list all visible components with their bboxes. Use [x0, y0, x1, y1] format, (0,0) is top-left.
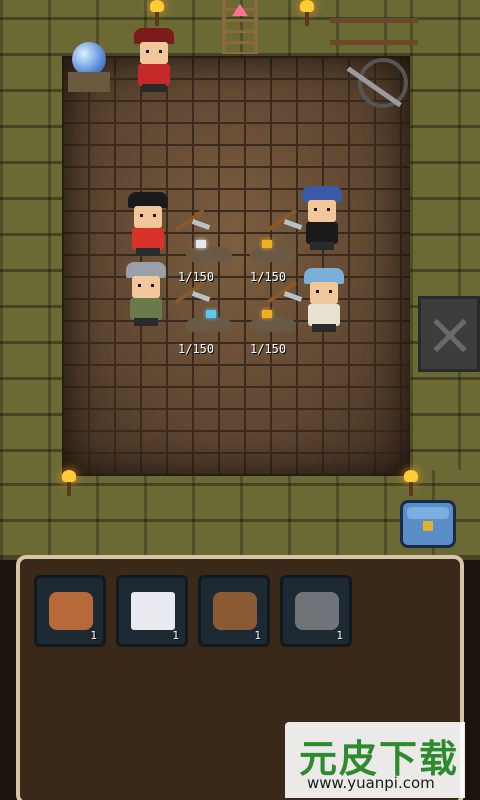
- stone-icon: [295, 592, 339, 630]
- backpack-icon: [407, 507, 449, 519]
- crystal-ball[interactable]: [68, 42, 110, 94]
- mining-progress-counter: 1/150: [178, 342, 215, 356]
- watermark-url: www.yuanpi.com: [307, 774, 435, 792]
- item-count: 1: [90, 629, 97, 642]
- mining-progress-counter: 1/150: [250, 342, 287, 356]
- ore-pile[interactable]: [250, 236, 296, 262]
- ore-pile[interactable]: [186, 236, 232, 262]
- mining-progress-counter: 1/150: [178, 270, 215, 284]
- miner-character[interactable]: [298, 186, 346, 250]
- ore-pile[interactable]: [250, 306, 296, 332]
- torch-icon: [150, 0, 164, 26]
- shopkeeper-npc[interactable]: [130, 28, 178, 92]
- backpack-button[interactable]: [400, 500, 456, 548]
- inventory-slot-silver[interactable]: 1: [116, 575, 188, 647]
- torch-icon: [300, 0, 314, 26]
- weapons-pile: [346, 58, 418, 128]
- inventory-slot-leather[interactable]: 1: [198, 575, 270, 647]
- wood-log-icon: [49, 592, 93, 630]
- leather-bag-icon: [213, 592, 257, 630]
- item-count: 1: [172, 629, 179, 642]
- item-count: 1: [336, 629, 343, 642]
- silver-ingot-icon: [131, 592, 175, 630]
- game-scene: 1/150 1/150 1/150 1/150 1 1 1 1 元皮下载 www…: [0, 0, 480, 800]
- miner-character[interactable]: [122, 262, 170, 326]
- item-count: 1: [254, 629, 261, 642]
- miner-character[interactable]: [124, 192, 172, 256]
- watermark: 元皮下载 www.yuanpi.com: [285, 722, 465, 798]
- mining-progress-counter: 1/150: [250, 270, 287, 284]
- torch-icon: [62, 470, 76, 496]
- weapon-rack: [330, 8, 418, 52]
- torch-icon: [404, 470, 418, 496]
- inventory-slot-wood[interactable]: 1: [34, 575, 106, 647]
- inventory-slot-stone[interactable]: 1: [280, 575, 352, 647]
- miner-character[interactable]: [300, 268, 348, 332]
- ore-pile[interactable]: [186, 306, 232, 332]
- side-door[interactable]: [418, 296, 480, 372]
- up-arrow-icon: [232, 4, 248, 16]
